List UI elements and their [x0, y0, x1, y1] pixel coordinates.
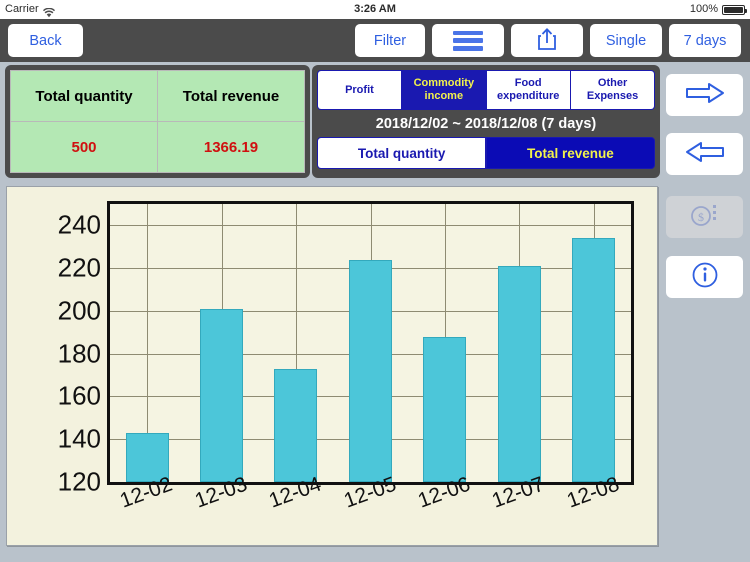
days-range-button[interactable]: 7 days: [669, 24, 741, 57]
share-button[interactable]: [511, 24, 583, 57]
arrow-right-icon: [685, 82, 725, 109]
battery-icon: [722, 5, 745, 15]
date-range-label: 2018/12/02 ~ 2018/12/08 (7 days): [317, 110, 655, 137]
summary-header-quantity: Total quantity: [11, 71, 157, 121]
currency-button[interactable]: $: [666, 196, 743, 238]
status-bar-right: 100%: [690, 0, 745, 19]
toolbar: Back Filter Single 7 days: [0, 19, 750, 62]
status-bar-time: 3:26 AM: [0, 0, 750, 19]
chart-bar: [349, 260, 392, 482]
chart-y-tick-label: 180: [7, 338, 101, 369]
back-button[interactable]: Back: [8, 24, 83, 57]
chart-y-tick-label: 160: [7, 381, 101, 412]
chart-y-tick-label: 120: [7, 467, 101, 498]
list-icon: [453, 31, 483, 51]
chart-bar: [274, 369, 317, 482]
arrow-left-icon: [685, 141, 725, 168]
tab-commodity-income[interactable]: Commodity income: [402, 71, 485, 109]
previous-page-button[interactable]: [666, 133, 743, 175]
summary-value-revenue: 1366.19: [158, 122, 304, 172]
info-button[interactable]: [666, 256, 743, 298]
category-tab-row: Profit Commodity income Food expenditure…: [317, 70, 655, 110]
tab-total-revenue[interactable]: Total revenue: [487, 138, 654, 168]
summary-grid: Total quantity Total revenue 500 1366.19: [10, 70, 305, 173]
chart-plot-area: [107, 201, 634, 485]
next-page-button[interactable]: [666, 74, 743, 116]
metric-tab-row: Total quantity Total revenue: [317, 137, 655, 169]
tab-other-expenses[interactable]: Other Expenses: [571, 71, 654, 109]
summary-header-revenue: Total revenue: [158, 71, 304, 121]
selector-panel: Profit Commodity income Food expenditure…: [312, 65, 660, 178]
tab-food-expenditure[interactable]: Food expenditure: [487, 71, 570, 109]
chart-bar: [200, 309, 243, 482]
status-bar: Carrier 3:26 AM 100%: [0, 0, 750, 19]
chart-bar: [423, 337, 466, 482]
app-root: Carrier 3:26 AM 100% Back Filter: [0, 0, 750, 562]
share-icon: [536, 27, 558, 55]
chart-y-tick-label: 140: [7, 424, 101, 455]
filter-button[interactable]: Filter: [355, 24, 425, 57]
chart-panel: 120140160180200220240 12-0212-0312-0412-…: [6, 186, 658, 546]
tab-total-quantity[interactable]: Total quantity: [318, 138, 485, 168]
summary-card: Total quantity Total revenue 500 1366.19: [5, 65, 310, 178]
svg-text:$: $: [698, 210, 704, 224]
single-button[interactable]: Single: [590, 24, 662, 57]
chart-y-tick-label: 200: [7, 295, 101, 326]
chart-bar: [498, 266, 541, 482]
info-circle-icon: [691, 261, 719, 294]
battery-percent-label: 100%: [690, 0, 718, 19]
chart-y-tick-label: 220: [7, 253, 101, 284]
coin-dollar-icon: $: [687, 202, 723, 233]
tab-profit[interactable]: Profit: [318, 71, 401, 109]
chart-bar: [572, 238, 615, 482]
summary-value-quantity: 500: [11, 122, 157, 172]
list-button[interactable]: [432, 24, 504, 57]
chart-y-tick-label: 240: [7, 210, 101, 241]
